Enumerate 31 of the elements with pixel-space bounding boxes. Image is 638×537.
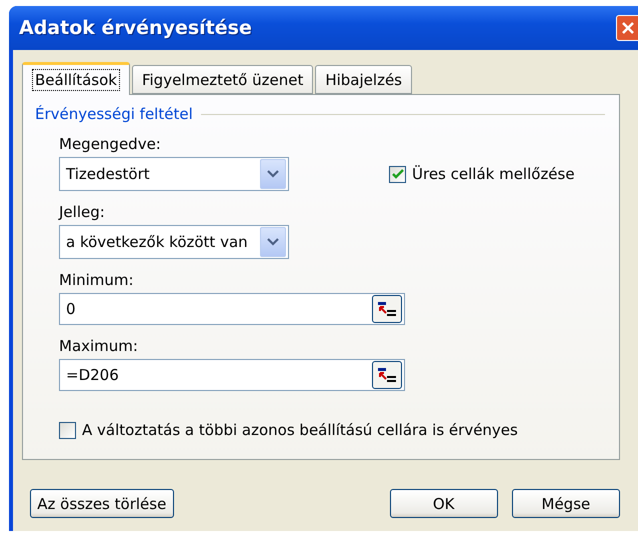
dialog-button[interactable]: Az összes törlése — [30, 489, 174, 518]
data-dropdown[interactable]: a következők között van — [59, 225, 289, 259]
checkbox-box[interactable] — [59, 422, 76, 438]
caret-icon — [267, 238, 279, 246]
dialog-button[interactable]: Mégse — [512, 489, 620, 518]
close-button[interactable] — [616, 15, 638, 41]
checkbox-box[interactable] — [389, 166, 406, 182]
checkbox[interactable]: Üres cellák mellőzése — [389, 165, 575, 183]
field-label: Minimum: — [59, 271, 135, 289]
field-label: Megengedve: — [59, 135, 162, 153]
group-title: Érvényességi feltétel — [35, 105, 193, 123]
range-select-icon — [377, 301, 397, 317]
dialog-button[interactable]: OK — [390, 489, 498, 518]
window-title: Adatok érvényesítése — [19, 17, 252, 39]
range-button[interactable] — [372, 361, 402, 389]
dropdown-button[interactable] — [260, 227, 286, 257]
range-button[interactable] — [372, 295, 402, 323]
tab[interactable]: Hibajelzés — [315, 65, 412, 94]
allow-dropdown[interactable]: Tizedestört — [59, 157, 289, 191]
field-label: Jelleg: — [59, 203, 106, 221]
tab[interactable]: Figyelmeztető üzenet — [132, 65, 314, 94]
tab[interactable]: Beállítások — [22, 62, 130, 95]
checkmark-icon — [392, 168, 404, 180]
caret-icon — [267, 170, 279, 178]
close-icon — [620, 21, 634, 35]
maximum-field[interactable]: =D206 — [59, 359, 405, 391]
checkbox[interactable]: A változtatás a többi azonos beállítású cellára is érvényes — [59, 421, 619, 439]
dropdown-button[interactable] — [260, 159, 286, 189]
minimum-field[interactable]: 0 — [59, 293, 405, 325]
range-select-icon — [377, 367, 397, 383]
field-label: Maximum: — [59, 337, 139, 355]
